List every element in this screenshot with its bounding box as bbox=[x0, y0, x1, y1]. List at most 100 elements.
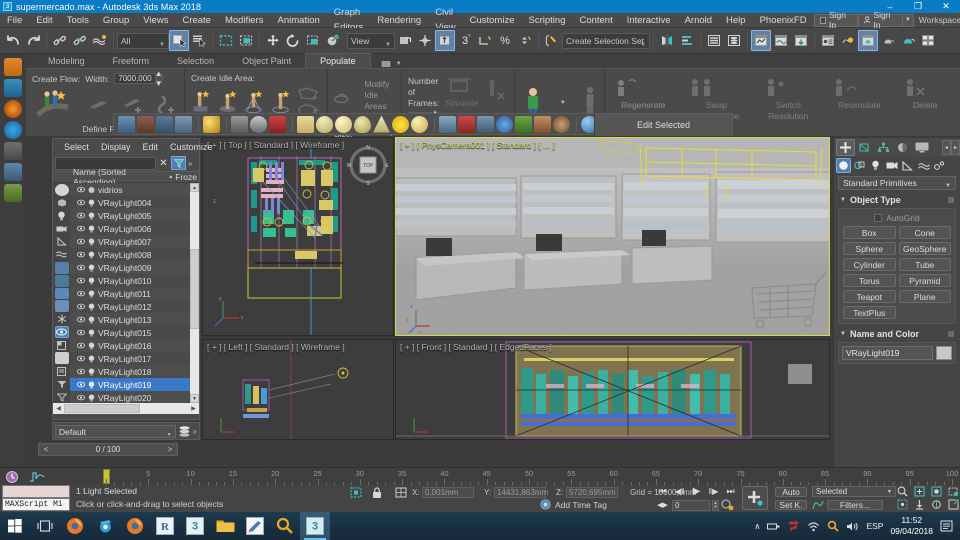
filter-lights-icon[interactable] bbox=[55, 210, 69, 222]
absolute-relative-toggle[interactable] bbox=[395, 487, 407, 498]
project-folder-button[interactable] bbox=[918, 30, 938, 51]
explorer-vertical-scrollbar[interactable]: ▲ ▼ bbox=[190, 183, 199, 403]
menu-item-animation[interactable]: Animation bbox=[271, 13, 327, 28]
filter-particles-icon[interactable] bbox=[54, 300, 69, 313]
explorer-menu-customize[interactable]: Customize bbox=[164, 142, 219, 152]
time-field-value[interactable]: 0 / 100 bbox=[53, 445, 163, 454]
primitives-dropdown[interactable]: Standard Primitives ▼ bbox=[838, 176, 956, 190]
bind-to-space-warp-button[interactable] bbox=[90, 30, 110, 51]
pyramid-button[interactable]: Pyramid bbox=[898, 274, 951, 287]
eye-icon[interactable] bbox=[77, 381, 85, 388]
vray-sun-icon[interactable] bbox=[269, 115, 286, 133]
dropbox-x-icon[interactable] bbox=[787, 520, 800, 532]
ribbon-tab-freeform[interactable]: Freeform bbox=[99, 54, 164, 68]
rollout-pin-icon[interactable] bbox=[948, 331, 954, 337]
render-production-button[interactable] bbox=[858, 30, 878, 51]
name-and-color-rollout-header[interactable]: ▼ Name and Color bbox=[838, 328, 956, 340]
vray-sphere-icon[interactable] bbox=[335, 115, 352, 133]
menu-item-interactive[interactable]: Interactive bbox=[620, 13, 678, 28]
cone-button[interactable]: Cone bbox=[898, 226, 951, 239]
viewport-front[interactable]: [ + ] [ Front ] [ Standard ] [ EdgedFace… bbox=[395, 339, 830, 440]
redo-button[interactable] bbox=[23, 30, 43, 51]
teapot-button[interactable]: Teapot bbox=[843, 290, 896, 303]
list-item[interactable]: VRayLight020 bbox=[70, 391, 199, 403]
menu-item-tools[interactable]: Tools bbox=[60, 13, 96, 28]
phoenix-grid-icon[interactable] bbox=[156, 115, 173, 133]
width-spinner[interactable]: 7000,000 ▲ ▼ bbox=[114, 69, 163, 88]
tube-button[interactable]: Tube bbox=[898, 258, 951, 271]
curve-editor-button[interactable] bbox=[751, 30, 771, 51]
auto-key-button[interactable]: Auto bbox=[775, 487, 807, 497]
phoenix-liquid-strip-icon[interactable] bbox=[4, 121, 22, 139]
filter-freeze-icon[interactable] bbox=[55, 313, 69, 325]
phoenix-mapper-strip-icon[interactable] bbox=[4, 163, 22, 181]
z-coord-field[interactable]: 5720,695mm bbox=[566, 487, 618, 498]
scroll-left-icon[interactable]: ◀ bbox=[53, 405, 64, 412]
taskbar-search[interactable] bbox=[270, 512, 300, 540]
viewport-left-label[interactable]: [ + ] [ Left ] [ Standard ] [ Wireframe … bbox=[207, 342, 345, 352]
eye-icon[interactable] bbox=[77, 303, 85, 310]
phoenix-fire-strip-icon[interactable] bbox=[4, 100, 22, 118]
object-type-rollout-header[interactable]: ▼ Object Type bbox=[838, 194, 956, 206]
viewport-left[interactable]: [ + ] [ Left ] [ Standard ] [ Wireframe … bbox=[202, 339, 394, 440]
list-item[interactable]: VRayLight007 bbox=[70, 235, 199, 248]
list-item[interactable]: VRayLight015 bbox=[70, 326, 199, 339]
filter-visibility-icon[interactable] bbox=[54, 326, 69, 339]
vray-ambient-icon[interactable] bbox=[250, 115, 267, 133]
spinner-arrows-icon[interactable]: ▲▼ bbox=[154, 69, 163, 88]
object-name-field[interactable]: VRayLight019 bbox=[842, 346, 933, 360]
explorer-hscroll-thumb[interactable] bbox=[64, 404, 140, 413]
eye-icon[interactable] bbox=[77, 277, 85, 284]
maxscript-listener-output[interactable] bbox=[2, 485, 70, 498]
geometry-category-button[interactable] bbox=[836, 158, 851, 173]
maximize-viewport-toggle[interactable] bbox=[946, 499, 960, 510]
flow-seam-icon[interactable] bbox=[156, 93, 178, 115]
select-and-link-button[interactable] bbox=[50, 30, 70, 51]
eye-icon[interactable] bbox=[77, 368, 85, 375]
viewport-camera-label[interactable]: [ + ] [ PhysCamera001 ] [ Standard ] [ .… bbox=[400, 140, 555, 150]
maximize-button[interactable]: ❐ bbox=[904, 0, 932, 13]
set-key-button[interactable] bbox=[742, 486, 768, 510]
list-item[interactable]: VRayLight010 bbox=[70, 274, 199, 287]
sign-in-checkbox-item[interactable]: Sign In bbox=[813, 10, 859, 30]
filter-advanced-icon[interactable] bbox=[55, 378, 69, 390]
list-item[interactable]: VRayLight006 bbox=[70, 222, 199, 235]
hierarchy-tab[interactable] bbox=[874, 139, 893, 156]
time-next-button[interactable]: > bbox=[163, 445, 177, 454]
shapes-category-button[interactable] bbox=[852, 158, 867, 173]
volume-icon[interactable] bbox=[846, 521, 859, 532]
vray-toon-icon[interactable] bbox=[515, 115, 532, 133]
viewport-top-label[interactable]: [ + ] [ Top ] [ Standard ] [ Wireframe ] bbox=[207, 140, 344, 150]
ribbon-tab-object-paint[interactable]: Object Paint bbox=[228, 54, 305, 68]
percent-snap-button[interactable] bbox=[475, 30, 495, 51]
list-item[interactable]: VRayLight013 bbox=[70, 313, 199, 326]
orbit-button[interactable] bbox=[912, 499, 927, 510]
vray-dome-icon[interactable] bbox=[316, 115, 333, 133]
resimulate-icon[interactable] bbox=[827, 76, 861, 100]
maxscript-listener-input[interactable]: MAXScript Mi bbox=[2, 498, 70, 511]
taskbar-firefox[interactable] bbox=[60, 512, 90, 540]
filter-funnel-icon[interactable] bbox=[171, 156, 186, 170]
menu-item-rendering[interactable]: Rendering bbox=[370, 13, 428, 28]
scroll-down-icon[interactable]: ▼ bbox=[190, 394, 199, 403]
explorer-menu-display[interactable]: Display bbox=[95, 142, 137, 152]
list-item[interactable]: VRayLight005 bbox=[70, 209, 199, 222]
panel-scroll-left[interactable]: ◄ bbox=[942, 140, 951, 155]
unlink-selection-button[interactable] bbox=[70, 30, 90, 51]
frame-spinner-arrows[interactable]: ▲ ▼ bbox=[712, 499, 719, 511]
phoenix-grid-strip-icon[interactable] bbox=[4, 79, 22, 97]
eye-icon[interactable] bbox=[77, 394, 85, 401]
list-item[interactable]: VRayLight008 bbox=[70, 248, 199, 261]
zoom-extents-button[interactable] bbox=[929, 486, 944, 497]
explorer-scroll-thumb[interactable] bbox=[190, 249, 199, 329]
filter-funnel2-icon[interactable] bbox=[55, 391, 69, 403]
list-item[interactable]: VRayLight004 bbox=[70, 196, 199, 209]
next-frame-button[interactable]: ‖▶ bbox=[706, 486, 721, 497]
usb-icon[interactable] bbox=[767, 521, 780, 532]
vray-fur2-icon[interactable] bbox=[534, 115, 551, 133]
select-object-button[interactable] bbox=[169, 30, 189, 51]
render-iterative-button[interactable] bbox=[878, 30, 898, 51]
ribbon-tab-modeling[interactable]: Modeling bbox=[34, 54, 99, 68]
schematic-view-button[interactable] bbox=[771, 30, 791, 51]
active-shade-button[interactable] bbox=[898, 30, 918, 51]
